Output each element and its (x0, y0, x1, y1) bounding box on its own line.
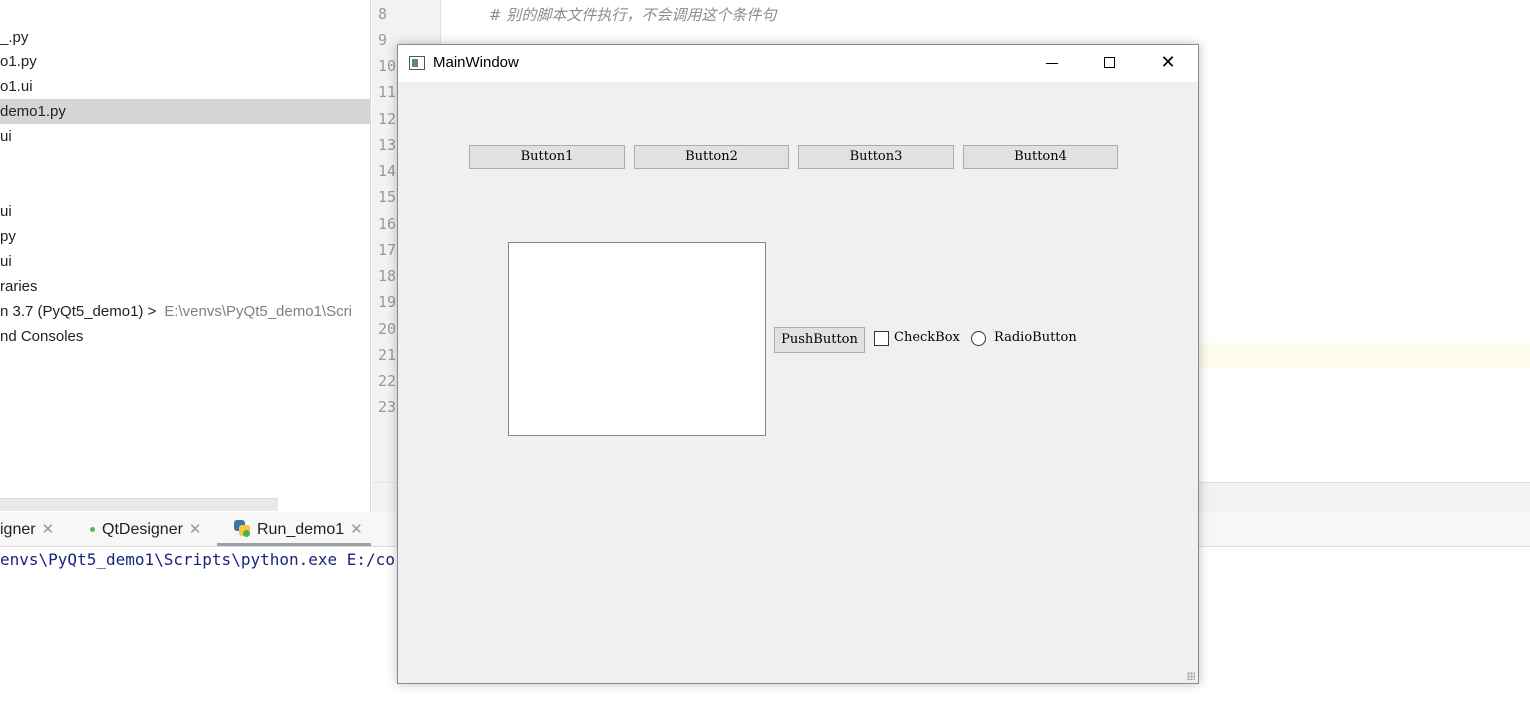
tree-item-label: ui (0, 128, 12, 145)
tree-item-label: _.py (0, 29, 29, 46)
checkbox[interactable] (874, 331, 889, 346)
sdk-path: E:\venvs\PyQt5_demo1\Scri (164, 303, 352, 320)
console-output-line: envs\PyQt5_demo1\Scripts\python.exe E:/c… (0, 550, 395, 569)
maximize-icon (1104, 57, 1115, 68)
button1[interactable]: Button1 (469, 145, 625, 169)
close-icon[interactable]: ✕ (42, 521, 55, 538)
button4[interactable]: Button4 (963, 145, 1118, 169)
tree-item-label: raries (0, 278, 38, 295)
qt-main-window: MainWindow ✕ Button1 Button2 Button3 But… (397, 44, 1199, 684)
tree-item[interactable]: ui (0, 249, 12, 274)
minimize-icon (1046, 63, 1058, 64)
tree-item-external-libraries[interactable]: raries (0, 274, 38, 299)
tree-item-label: ui (0, 253, 12, 270)
tree-item-label: py (0, 228, 16, 245)
tab-designer[interactable]: igner ✕ (0, 512, 54, 546)
tree-item[interactable]: o1.py (0, 49, 37, 74)
radio-button[interactable] (971, 331, 986, 346)
tab-run-demo1[interactable]: Run_demo1 ✕ (217, 512, 371, 546)
window-titlebar[interactable]: MainWindow ✕ (398, 45, 1198, 82)
push-button[interactable]: PushButton (774, 327, 865, 353)
tab-label: Run_demo1 (257, 521, 345, 538)
tree-item[interactable]: py (0, 224, 16, 249)
maximize-button[interactable] (1081, 45, 1139, 82)
checkbox-label[interactable]: CheckBox (894, 330, 960, 345)
close-icon: ✕ (1160, 52, 1176, 73)
resize-grip-icon[interactable] (1187, 672, 1195, 680)
tree-item[interactable]: ui (0, 124, 12, 149)
tree-item[interactable]: _.py (0, 25, 28, 50)
tree-item-label: o1.py (0, 53, 37, 70)
tree-item-scratches-consoles[interactable]: nd Consoles (0, 324, 83, 349)
window-app-icon (409, 56, 425, 70)
close-button[interactable]: ✕ (1139, 45, 1197, 82)
button2[interactable]: Button2 (634, 145, 789, 169)
code-comment: # 别的脚本文件执行，不会调用这个条件句 (489, 6, 777, 24)
close-icon[interactable]: ✕ (189, 521, 202, 538)
window-title: MainWindow (433, 54, 519, 71)
tab-label: igner (0, 521, 36, 538)
tree-item[interactable]: o1.ui (0, 74, 33, 99)
tree-item[interactable]: ui (0, 199, 12, 224)
tree-item-selected[interactable]: demo1.py (0, 99, 370, 124)
tree-item-label: n 3.7 (PyQt5_demo1) > (0, 303, 157, 320)
minimize-button[interactable] (1023, 45, 1081, 82)
button3[interactable]: Button3 (798, 145, 954, 169)
current-line-highlight (1198, 343, 1530, 368)
tab-qtdesigner[interactable]: QtDesigner ✕ (90, 512, 202, 546)
tree-item-python-sdk[interactable]: n 3.7 (PyQt5_demo1) > E:\venvs\PyQt5_demo… (0, 299, 352, 324)
tree-item-label: nd Consoles (0, 328, 84, 345)
tree-item-label: demo1.py (0, 103, 66, 120)
python-icon (233, 519, 251, 537)
line-number: 8 (378, 5, 388, 23)
radio-button-label[interactable]: RadioButton (994, 330, 1077, 345)
close-icon[interactable]: ✕ (350, 521, 363, 538)
tab-label: QtDesigner (102, 521, 183, 538)
project-panel: _.py o1.py o1.ui demo1.py ui ui py ui ra… (0, 0, 371, 512)
running-dot-icon (90, 527, 95, 533)
text-edit[interactable] (508, 242, 766, 436)
tree-item-label: o1.ui (0, 78, 33, 95)
tree-item-label: ui (0, 203, 12, 220)
horizontal-scrollbar[interactable] (0, 498, 278, 511)
